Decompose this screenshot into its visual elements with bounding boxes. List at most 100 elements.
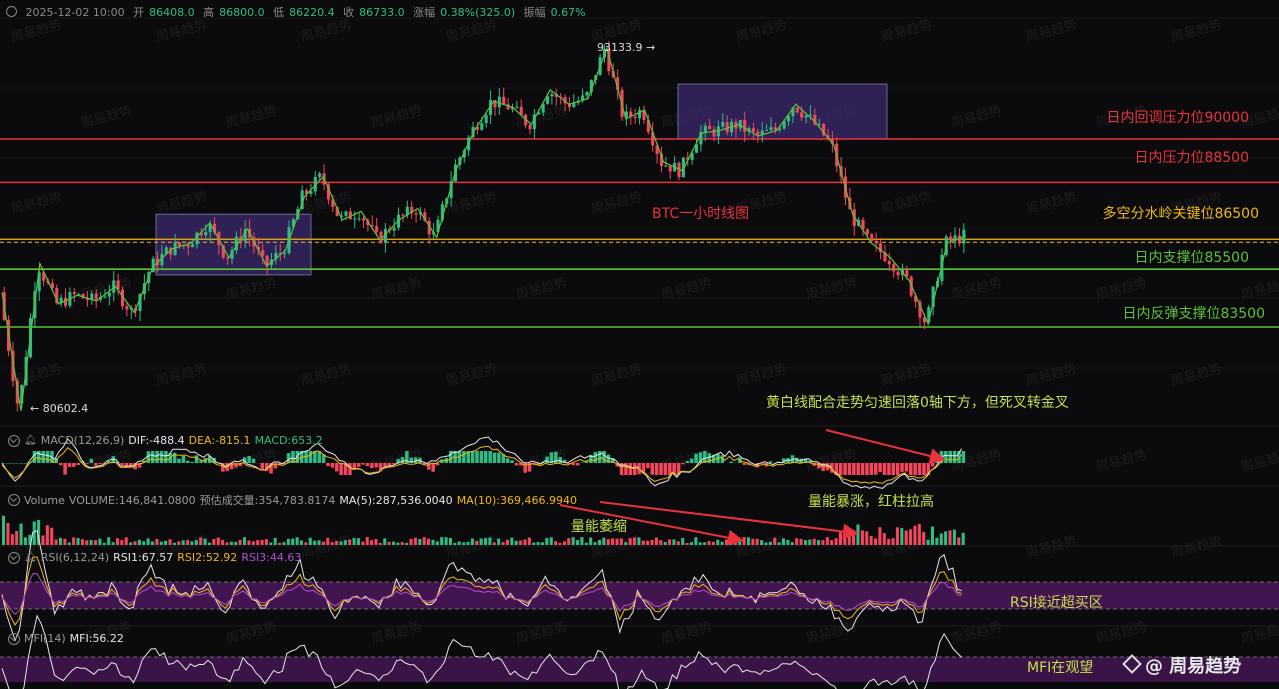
- macd-bar: [361, 463, 365, 465]
- candle-body: [265, 255, 269, 265]
- volume-bar: [882, 533, 886, 545]
- volume-bar: [777, 542, 781, 545]
- diamond-icon: [1122, 654, 1142, 674]
- label-level-85500: 日内支撑位85500: [1134, 250, 1249, 266]
- volume-bar: [558, 542, 562, 545]
- low-marker: ← 80602.4: [30, 402, 89, 415]
- volume-bar: [703, 542, 707, 545]
- volume-bar: [812, 538, 816, 545]
- volume-bar: [72, 537, 76, 545]
- macd-bar: [952, 451, 957, 463]
- dif-value: -488.4: [149, 434, 185, 447]
- volume-bar: [339, 541, 343, 545]
- candle-body: [177, 242, 181, 247]
- label-level-88500: 日内压力位88500: [1134, 150, 1249, 166]
- brand-text: @ 周易趋势: [1145, 656, 1242, 677]
- volume-bar: [80, 539, 84, 545]
- volume-bar: [10, 534, 14, 545]
- volume-bar: [689, 542, 694, 545]
- macd-bar: [659, 463, 663, 475]
- candle-body: [743, 120, 747, 132]
- volume-bar: [628, 538, 632, 545]
- volume-bar: [593, 542, 597, 545]
- collapse-icon[interactable]: [8, 434, 20, 447]
- volume-bar: [602, 537, 606, 545]
- volume-bar: [94, 540, 98, 545]
- macd-bar: [45, 451, 50, 463]
- volume-bar: [352, 537, 356, 545]
- volume-bar: [532, 542, 536, 545]
- collapse-icon[interactable]: [8, 551, 20, 564]
- volume-bar: [685, 542, 689, 545]
- volume-bar: [466, 541, 470, 545]
- bell-icon[interactable]: 🔔︎: [24, 435, 37, 446]
- candle-body: [800, 112, 804, 118]
- macd-bar: [681, 463, 685, 465]
- volume-bar: [470, 538, 474, 545]
- volume-bar: [247, 540, 251, 545]
- volume-bar: [335, 540, 339, 545]
- collapse-icon[interactable]: [8, 494, 20, 506]
- volume-bar: [50, 527, 54, 545]
- candle-body: [361, 218, 366, 221]
- macd-bar: [891, 463, 896, 475]
- volume-up-note: 量能暴涨，红柱拉高: [808, 494, 934, 510]
- volume-bar: [286, 538, 290, 545]
- volume-bar: [186, 540, 190, 545]
- volume-bar: [711, 541, 715, 545]
- candle-body: [664, 165, 668, 167]
- volume-bar: [76, 538, 80, 545]
- volume-bar: [85, 540, 89, 545]
- volume-bar: [926, 539, 930, 545]
- macd-bar: [821, 463, 825, 471]
- volume-bar: [2, 515, 6, 545]
- candle-body: [725, 122, 729, 133]
- volume-bar: [510, 537, 514, 545]
- mfi-value: 56.22: [92, 632, 124, 645]
- macd-bar: [930, 463, 935, 467]
- volume-bar: [878, 527, 882, 545]
- volume-bar: [488, 537, 492, 545]
- volume-bar: [308, 537, 312, 545]
- volume-bar: [365, 537, 369, 545]
- macd-bar: [15, 463, 19, 464]
- volume-bar: [199, 537, 203, 545]
- volume-bar: [216, 537, 220, 545]
- volume-bar: [256, 540, 260, 545]
- macd-bar: [632, 463, 637, 475]
- macd-bar: [882, 463, 887, 475]
- volume-bar: [164, 540, 168, 545]
- volume-bar: [909, 529, 913, 545]
- volume-bar: [194, 540, 198, 545]
- volume-name: Volume: [24, 493, 65, 507]
- volume-bar: [133, 541, 137, 545]
- volume-bar: [343, 540, 347, 545]
- volume-bar: [54, 539, 58, 545]
- candle-body: [712, 129, 716, 137]
- volume-bar: [484, 538, 488, 545]
- volume-bar: [295, 537, 299, 545]
- collapse-icon[interactable]: [8, 632, 20, 645]
- mfi-note: MFI在观望: [1027, 660, 1094, 676]
- volume-bar: [6, 523, 10, 545]
- volume-label: VOLUME:: [68, 493, 119, 507]
- macd-bar: [335, 463, 339, 472]
- volume-bar: [637, 537, 641, 545]
- macd-name: MACD(12,26,9): [40, 434, 125, 447]
- macd-bar: [852, 463, 856, 475]
- candle-body: [94, 293, 98, 300]
- candle-body: [721, 122, 725, 127]
- volume-bar: [808, 539, 812, 545]
- macd-bar: [576, 463, 580, 466]
- candle-body: [401, 214, 405, 216]
- mfi-label: MFI:: [69, 632, 93, 645]
- volume-bar: [930, 526, 935, 545]
- volume-bar: [922, 532, 926, 545]
- volume-bar: [269, 542, 273, 545]
- volume-bar: [904, 530, 908, 545]
- volume-bar: [641, 540, 645, 545]
- bell-icon[interactable]: 🔔︎: [24, 552, 37, 563]
- candle-body: [357, 218, 361, 220]
- volume-bar: [321, 541, 325, 545]
- volume-bar: [672, 539, 676, 545]
